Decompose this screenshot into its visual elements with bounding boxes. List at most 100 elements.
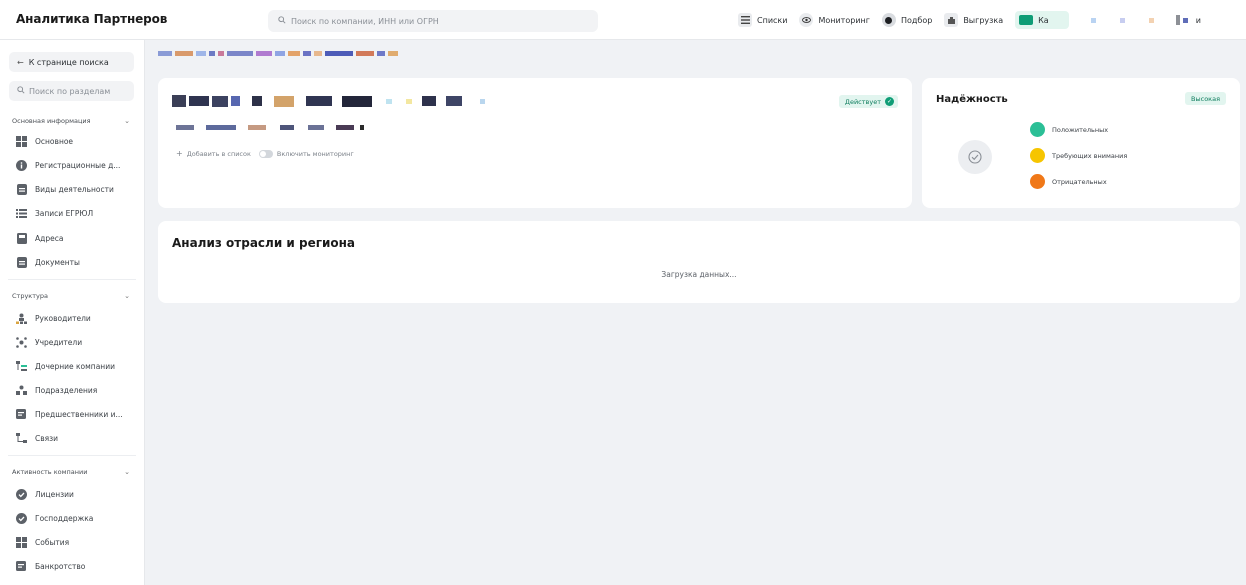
grid-icon [16, 135, 27, 147]
chevron-down-icon: ⌄ [124, 292, 130, 300]
sidebar-item-bankruptcy[interactable]: Банкротство [16, 558, 138, 574]
sidebar-item-registration[interactable]: Регистрационные д... [16, 157, 138, 173]
target-icon [881, 13, 896, 27]
nav-tail: и [1090, 15, 1201, 25]
address-icon [16, 232, 27, 244]
industry-analysis-card: Анализ отрасли и региона Загрузка данных… [158, 221, 1240, 303]
reliability-badge: Высокая [1185, 92, 1226, 105]
sidebar-item-label: Адреса [35, 233, 64, 243]
nav-card[interactable]: Ка [1015, 11, 1069, 29]
check-circle-icon [958, 140, 992, 174]
search-icon [17, 86, 25, 96]
sidebar-item-label: Банкротство [35, 561, 86, 571]
legend-label: Требующих внимания [1052, 151, 1128, 160]
section-search-input[interactable]: Поиск по разделам [9, 81, 134, 101]
reliability-title: Надёжность [936, 94, 1008, 105]
chevron-down-icon: ⌄ [124, 117, 130, 125]
nav-monitoring-label: Мониторинг [818, 15, 870, 25]
back-to-search-button[interactable]: ← К странице поиска [9, 52, 134, 72]
nav-card-label: Ка [1038, 15, 1049, 25]
divider [8, 455, 136, 456]
founders-icon [16, 336, 27, 348]
sidebar-item-divisions[interactable]: Подразделения [16, 382, 138, 398]
search-input[interactable]: Поиск по компании, ИНН или ОГРН [268, 10, 598, 32]
check-circle-icon: ✓ [885, 97, 894, 106]
links-icon [16, 432, 27, 444]
sidebar-item-label: Документы [35, 257, 80, 267]
divider [8, 279, 136, 280]
download-icon [944, 13, 959, 27]
group-title: Основная информация [12, 117, 91, 125]
group-title: Активность компании [12, 468, 88, 476]
sidebar-item-label: События [35, 537, 70, 547]
loading-text: Загрузка данных... [661, 270, 737, 279]
status-badge: Действует ✓ [838, 95, 898, 108]
nav-selection-label: Подбор [900, 15, 933, 25]
sidebar-item-label: Связи [35, 433, 59, 443]
eye-icon [799, 13, 814, 27]
history-icon [16, 560, 27, 572]
sidebar-item-founders[interactable]: Учредители [16, 334, 138, 350]
sidebar-item-label: Лицензии [35, 489, 74, 499]
sidebar-item-state-support[interactable]: Господдержка [16, 510, 138, 526]
badge-check-icon [16, 512, 27, 524]
chevron-down-icon: ⌄ [124, 468, 130, 476]
sidebar-item-label: Учредители [35, 337, 83, 347]
sidebar-item-label: Господдержка [35, 513, 94, 523]
legend-attention: Требующих внимания [1030, 148, 1127, 163]
info-icon [16, 159, 27, 171]
sidebar-item-main[interactable]: Основное [16, 133, 138, 149]
breadcrumb [158, 51, 401, 56]
sidebar-item-egrul[interactable]: Записи ЕГРЮЛ [16, 205, 138, 221]
history-icon [16, 408, 27, 420]
company-card: Действует ✓ + Добавить в список Включить… [158, 78, 912, 208]
sidebar-item-addresses[interactable]: Адреса [16, 230, 138, 246]
people-icon [16, 313, 27, 324]
sidebar-item-subsidiaries[interactable]: Дочерние компании [16, 358, 138, 374]
people-icon [16, 385, 27, 396]
app-title[interactable]: Аналитика Партнеров [16, 12, 167, 26]
sidebar-item-documents[interactable]: Документы [16, 254, 138, 270]
nav-lists[interactable]: Списки [738, 13, 787, 27]
subsidiaries-icon [16, 360, 27, 372]
legend-negative: Отрицательных [1030, 174, 1107, 189]
legend-dot-attention [1030, 148, 1045, 163]
sidebar-item-licenses[interactable]: Лицензии [16, 486, 138, 502]
search-icon [278, 15, 286, 27]
top-bar: Аналитика Партнеров Поиск по компании, И… [0, 0, 1246, 40]
arrow-left-icon: ← [17, 57, 24, 67]
company-actions: + Добавить в список Включить мониторинг [176, 149, 354, 158]
plus-icon[interactable]: + [176, 149, 183, 158]
group-header-activity[interactable]: Активность компании ⌄ [12, 466, 130, 478]
sidebar-item-events[interactable]: События [16, 534, 138, 550]
back-to-search-label: К странице поиска [28, 57, 109, 67]
nav-export-label: Выгрузка [963, 15, 1004, 25]
sidebar-item-links[interactable]: Связи [16, 430, 138, 446]
legend-label: Отрицательных [1052, 177, 1107, 186]
grid-icon [16, 536, 27, 548]
group-header-structure[interactable]: Структура ⌄ [12, 290, 130, 302]
legend-dot-positive [1030, 122, 1045, 137]
top-navigation: Списки Мониторинг Подбор Выгрузка Ка и [738, 11, 1201, 29]
monitoring-toggle[interactable] [258, 149, 273, 158]
monitoring-label[interactable]: Включить мониторинг [277, 150, 354, 158]
nav-export[interactable]: Выгрузка [944, 13, 1003, 27]
sidebar-item-label: Руководители [35, 313, 91, 323]
document-icon [16, 183, 27, 195]
list-icon [16, 208, 27, 219]
sidebar-item-managers[interactable]: Руководители [16, 310, 138, 326]
sidebar-item-label: Подразделения [35, 385, 98, 395]
sidebar-item-activities[interactable]: Виды деятельности [16, 181, 138, 197]
reliability-card: Надёжность Высокая Положительных Требующ… [922, 78, 1240, 208]
add-to-list-button[interactable]: Добавить в список [187, 150, 251, 158]
status-label: Действует [844, 97, 881, 106]
nav-selection[interactable]: Подбор [881, 13, 933, 27]
group-header-main-info[interactable]: Основная информация ⌄ [12, 115, 130, 127]
nav-monitoring[interactable]: Мониторинг [799, 13, 870, 27]
company-details-redacted [176, 124, 367, 130]
legend-positive: Положительных [1030, 122, 1108, 137]
sidebar-item-predecessors[interactable]: Предшественники и... [16, 406, 138, 422]
sidebar-item-label: Основное [35, 136, 74, 146]
sidebar-item-label: Предшественники и... [35, 409, 123, 419]
sidebar-item-label: Записи ЕГРЮЛ [35, 208, 94, 218]
